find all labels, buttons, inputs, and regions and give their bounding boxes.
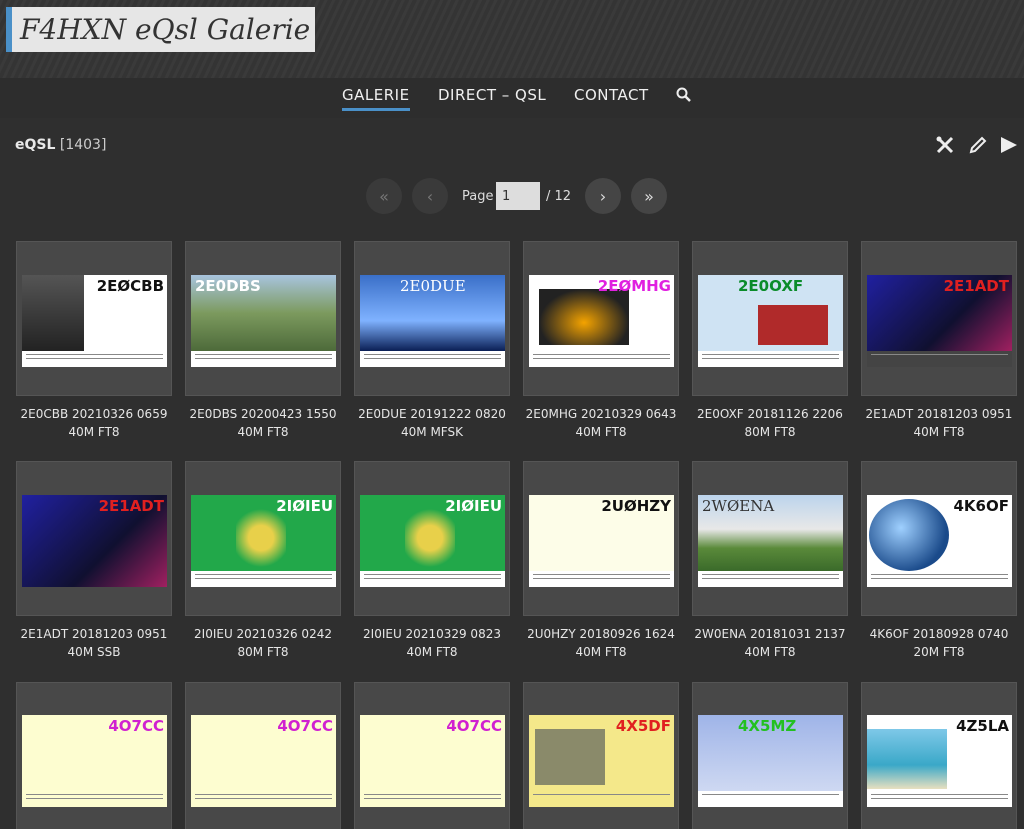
- album-count: [1403]: [59, 137, 107, 153]
- site-header: F4HXN eQsl Galerie: [0, 0, 1024, 78]
- thumbnail[interactable]: 4O7CC: [185, 682, 341, 829]
- thumbnail[interactable]: 2EØMHG: [523, 241, 679, 396]
- thumbnail-caption: 2I0IEU 20210329 0823 40M FT8: [363, 627, 501, 659]
- thumbnail[interactable]: 4K6OF: [861, 461, 1017, 616]
- qsl-card-image: 4K6OF: [867, 495, 1012, 587]
- thumbnail[interactable]: 4X5DF: [523, 682, 679, 829]
- thumbnail[interactable]: 2E1ADT: [861, 241, 1017, 396]
- thumbnail[interactable]: 4O7CC: [354, 682, 510, 829]
- thumbnail[interactable]: 2E0OXF: [692, 241, 848, 396]
- tools-icon[interactable]: [935, 135, 955, 159]
- qsl-card-image: 4O7CC: [360, 715, 505, 807]
- album-name: eQSL: [15, 137, 56, 153]
- thumbnail-caption: 2E1ADT 20181203 0951 40M FT8: [865, 407, 1013, 439]
- qsl-card-image: 2UØHZY: [529, 495, 674, 587]
- nav-item-direct-qsl[interactable]: DIRECT – QSL: [438, 86, 546, 104]
- last-page-button[interactable]: »: [631, 178, 667, 214]
- pencil-icon[interactable]: [968, 135, 988, 159]
- thumbnail-caption: 2W0ENA 20181031 2137 40M FT8: [694, 627, 846, 659]
- qsl-card-image: 2E0DBS: [191, 275, 336, 367]
- page-total: / 12: [546, 189, 572, 204]
- search-icon[interactable]: [676, 87, 692, 107]
- nav-item-galerie[interactable]: GALERIE: [342, 86, 410, 111]
- thumbnail[interactable]: 2IØIEU: [185, 461, 341, 616]
- thumbnail-caption: 2E0CBB 20210326 0659 40M FT8: [20, 407, 168, 439]
- qsl-card-image: 2EØCBB: [22, 275, 167, 367]
- qsl-card-image: 4O7CC: [22, 715, 167, 807]
- thumbnail[interactable]: 4O7CC: [16, 682, 172, 829]
- page-number-input[interactable]: [496, 182, 540, 210]
- main-nav: GALERIE DIRECT – QSL CONTACT: [0, 78, 1024, 118]
- qsl-card-image: 2E0OXF: [698, 275, 843, 367]
- site-title[interactable]: F4HXN eQsl Galerie: [6, 7, 315, 52]
- qsl-card-image: 2E1ADT: [22, 495, 167, 587]
- qsl-card-image: 2EØMHG: [529, 275, 674, 367]
- thumbnail-caption: 2E0DBS 20200423 1550 40M FT8: [189, 407, 337, 439]
- site-title-text: F4HXN eQsl Galerie: [20, 13, 311, 46]
- thumbnail-caption: 2I0IEU 20210326 0242 80M FT8: [194, 627, 332, 659]
- qsl-card-image: 4Z5LA: [867, 715, 1012, 807]
- thumbnail[interactable]: 4Z5LA: [861, 682, 1017, 829]
- thumbnail-caption: 2E1ADT 20181203 0951 40M SSB: [20, 627, 168, 659]
- thumbnail[interactable]: 2EØCBB: [16, 241, 172, 396]
- thumbnail-caption: 2E0OXF 20181126 2206 80M FT8: [697, 407, 843, 439]
- nav-item-contact[interactable]: CONTACT: [574, 86, 649, 104]
- thumbnail-caption: 2U0HZY 20180926 1624 40M FT8: [527, 627, 675, 659]
- next-page-button[interactable]: ›: [585, 178, 621, 214]
- thumbnail[interactable]: 2E0DUE: [354, 241, 510, 396]
- qsl-card-image: 4X5DF: [529, 715, 674, 807]
- thumbnail[interactable]: 2E0DBS: [185, 241, 341, 396]
- play-icon[interactable]: [998, 135, 1018, 159]
- thumbnail[interactable]: 2WØENA: [692, 461, 848, 616]
- qsl-card-image: 2E1ADT: [867, 275, 1012, 367]
- prev-page-button[interactable]: ‹: [412, 178, 448, 214]
- qsl-card-image: 2IØIEU: [360, 495, 505, 587]
- thumbnail-caption: 4K6OF 20180928 0740 20M FT8: [869, 627, 1009, 659]
- album-title: eQSL [1403]: [15, 137, 106, 153]
- qsl-card-image: 4X5MZ: [698, 715, 843, 807]
- thumbnail[interactable]: 2E1ADT: [16, 461, 172, 616]
- qsl-card-image: 2E0DUE: [360, 275, 505, 367]
- thumbnail[interactable]: 4X5MZ: [692, 682, 848, 829]
- qsl-card-image: 2IØIEU: [191, 495, 336, 587]
- qsl-card-image: 2WØENA: [698, 495, 843, 587]
- thumbnail[interactable]: 2IØIEU: [354, 461, 510, 616]
- page-label: Page: [462, 189, 494, 204]
- thumbnail-caption: 2E0DUE 20191222 0820 40M MFSK: [358, 407, 506, 439]
- qsl-card-image: 4O7CC: [191, 715, 336, 807]
- first-page-button[interactable]: «: [366, 178, 402, 214]
- thumbnail-caption: 2E0MHG 20210329 0643 40M FT8: [525, 407, 677, 439]
- thumbnail[interactable]: 2UØHZY: [523, 461, 679, 616]
